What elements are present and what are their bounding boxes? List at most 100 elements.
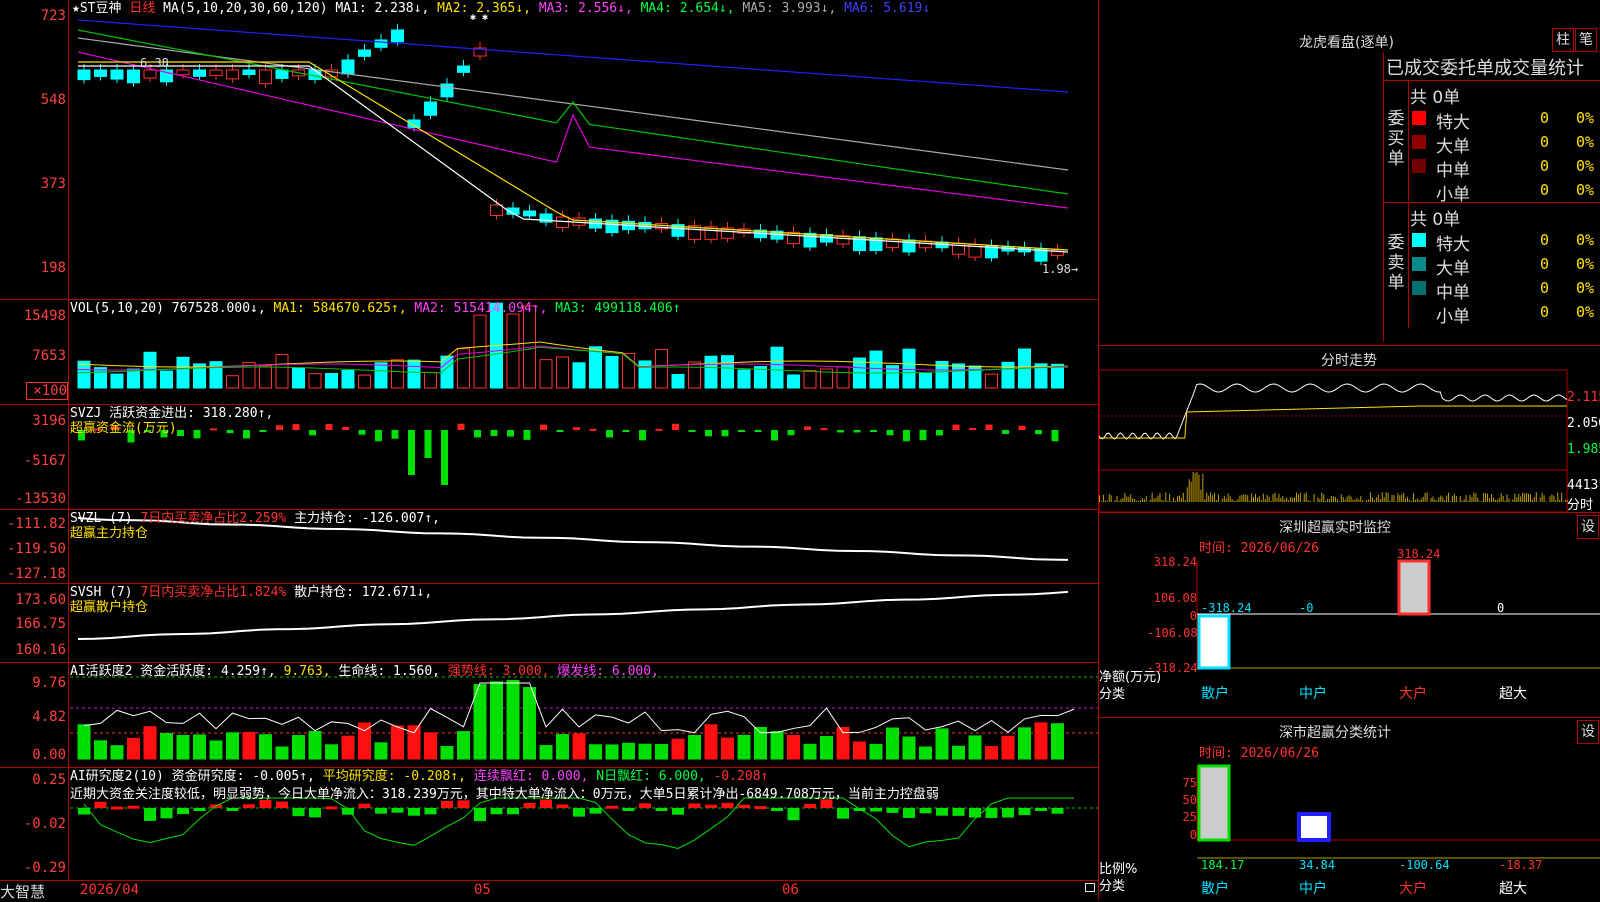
sh-bar-zhong (1299, 814, 1329, 840)
ai-research-header: AI研究度2(10) 资金研究度: -0.005↑, 平均研究度: -0.208… (70, 769, 768, 784)
research-bar (672, 808, 684, 815)
research-bar (128, 806, 140, 809)
intraday-vol-bar (1431, 498, 1432, 502)
intraday-vol-bar (1323, 494, 1324, 502)
sh-stats-panel[interactable]: 深市超赢分类统计 设 时间: 2026/06/26 75 50 25 0 比例%… (1099, 718, 1600, 900)
volume-bar (128, 369, 140, 388)
flow-bar (573, 427, 580, 430)
order-qty: 0 (1540, 255, 1549, 273)
price-tick: 548 (0, 92, 66, 108)
svzl-pane[interactable]: SVZL (7) 7日内买卖净占比2.259% 主力持仓: -126.007↑,… (0, 510, 1098, 584)
date-label: 05 (474, 882, 491, 898)
intraday-vol-bar (1520, 496, 1521, 502)
sz-bar-da (1399, 561, 1429, 614)
research-bar (144, 808, 156, 821)
ai2-red: 连续飘红: 0.000, (474, 769, 589, 784)
activity-bar (260, 735, 272, 759)
event-marker[interactable]: ✱ ✱ (470, 12, 488, 23)
order-qty: 0 (1540, 279, 1549, 297)
tick-mode-button[interactable]: 笔 (1575, 28, 1597, 52)
intraday-vol-bar (1514, 493, 1515, 502)
intraday-vol-bar (1487, 494, 1488, 502)
intraday-vol-bar (1210, 492, 1211, 502)
research-bar (326, 806, 338, 809)
sh-tick: 50 (1159, 793, 1197, 807)
intraday-vol-bar (1230, 496, 1231, 502)
intraday-vol-bar (1405, 499, 1406, 502)
candle (557, 217, 569, 227)
ai-activity-pane[interactable]: AI活跃度2 资金活跃度: 4.259↑, 9.763, 生命线: 1.560,… (0, 663, 1098, 768)
order-type: 大单 (1436, 132, 1470, 157)
buy-total: 共 0单 (1410, 83, 1460, 108)
ma5-value: MA5: 3.993↓, (742, 1, 836, 16)
research-bar (276, 802, 288, 808)
svsh-pane[interactable]: SVSH (7) 7日内买卖净占比1.824% 散户持仓: 172.671↓, … (0, 584, 1098, 663)
intraday-vol-bar (1351, 497, 1352, 502)
intraday-vol-bar (1304, 494, 1305, 502)
sh-stats-chart[interactable] (1099, 718, 1600, 900)
ai1-tick: 4.82 (0, 709, 66, 725)
intraday-chart[interactable] (1099, 346, 1600, 512)
volume-bar (309, 374, 321, 388)
intraday-vol-bar (1386, 492, 1387, 502)
price-chart[interactable] (0, 0, 1098, 299)
sz-val-da: 318.24 (1397, 547, 1440, 561)
sz-monitor-panel[interactable]: 深圳超赢实时监控 设 时间: 2026/06/26 318.24 106.08 … (1099, 513, 1600, 718)
ai-activity-header: AI活跃度2 资金活跃度: 4.259↑, 9.763, 生命线: 1.560,… (70, 664, 659, 679)
intraday-vol-bar (1356, 498, 1357, 502)
intraday-vol-bar (1236, 501, 1237, 502)
intraday-vol-bar (1253, 497, 1254, 502)
lock-icon[interactable] (1085, 883, 1095, 892)
volume-bar (557, 357, 569, 388)
svsh-header: SVSH (7) 7日内买卖净占比1.824% 散户持仓: 172.671↓, (70, 585, 432, 600)
candle (144, 70, 156, 78)
intraday-vol-bar (1565, 500, 1566, 502)
flow-bar (722, 430, 729, 436)
intraday-vol-bar (1294, 497, 1295, 502)
intraday-vol-bar (1546, 501, 1547, 502)
research-bar (953, 808, 965, 816)
intraday-vol-bar (1450, 501, 1451, 502)
intraday-vol-bar (1171, 501, 1172, 502)
flow-bar (771, 430, 778, 441)
volume-pane[interactable]: VOL(5,10,20) 767528.000↓, MA1: 584670.62… (0, 300, 1098, 405)
research-bar (177, 808, 189, 814)
intraday-vol-bar (1491, 494, 1492, 502)
activity-bar (425, 733, 437, 759)
intraday-vol-bar (1187, 487, 1188, 502)
price-pane[interactable]: ★ST豆神 日线 MA(5,10,20,30,60,120) MA1: 2.23… (0, 0, 1098, 300)
sh-tick: 25 (1159, 810, 1197, 824)
intraday-vol-bar (1175, 501, 1176, 502)
activity-bar (309, 732, 321, 759)
bar-mode-button[interactable]: 柱 (1552, 28, 1574, 52)
intraday-vol-bar (1193, 472, 1194, 502)
intraday-vol-bar (1553, 496, 1554, 502)
research-bar (375, 808, 387, 814)
volume-bar (210, 362, 222, 388)
intraday-vol-bar (1427, 492, 1428, 502)
flow-bar (821, 428, 828, 430)
research-bar (738, 805, 750, 808)
svzj-pane[interactable]: SVZJ 活跃资金进出: 318.280↑, 超赢资金流(万元) 3196 -5… (0, 405, 1098, 510)
sh-cat: 大户 (1399, 878, 1427, 898)
period-label[interactable]: 日线 (129, 1, 155, 16)
flow-bar (788, 430, 795, 435)
research-bar (491, 808, 503, 814)
flow-bar (359, 430, 366, 435)
ai-research-chart[interactable] (0, 768, 1098, 880)
intraday-panel[interactable]: 分时走势 2.115 2.050 1.985 44131 分时 (1099, 346, 1600, 513)
vol-ma2: MA2: 515414.094↑, (414, 301, 547, 316)
order-stats-head: 已成交委托单成交量统计 (1386, 54, 1584, 80)
ai2-avg: 平均研究度: -0.208↑, (323, 769, 466, 784)
sh-val: -100.64 (1399, 858, 1450, 872)
price-header: ★ST豆神 日线 MA(5,10,20,30,60,120) MA1: 2.23… (72, 1, 930, 16)
activity-bar (656, 744, 668, 759)
activity-bar (540, 746, 552, 759)
flow-bar (210, 428, 217, 430)
flow-bar (804, 426, 811, 430)
vol-label: VOL(5,10,20) (70, 301, 164, 316)
vol-unit[interactable]: ×100 (26, 382, 68, 400)
ai-research-pane[interactable]: AI研究度2(10) 资金研究度: -0.005↑, 平均研究度: -0.208… (0, 768, 1098, 881)
intraday-vol-bar (1378, 495, 1379, 502)
stock-title[interactable]: ★ST豆神 (72, 1, 121, 16)
